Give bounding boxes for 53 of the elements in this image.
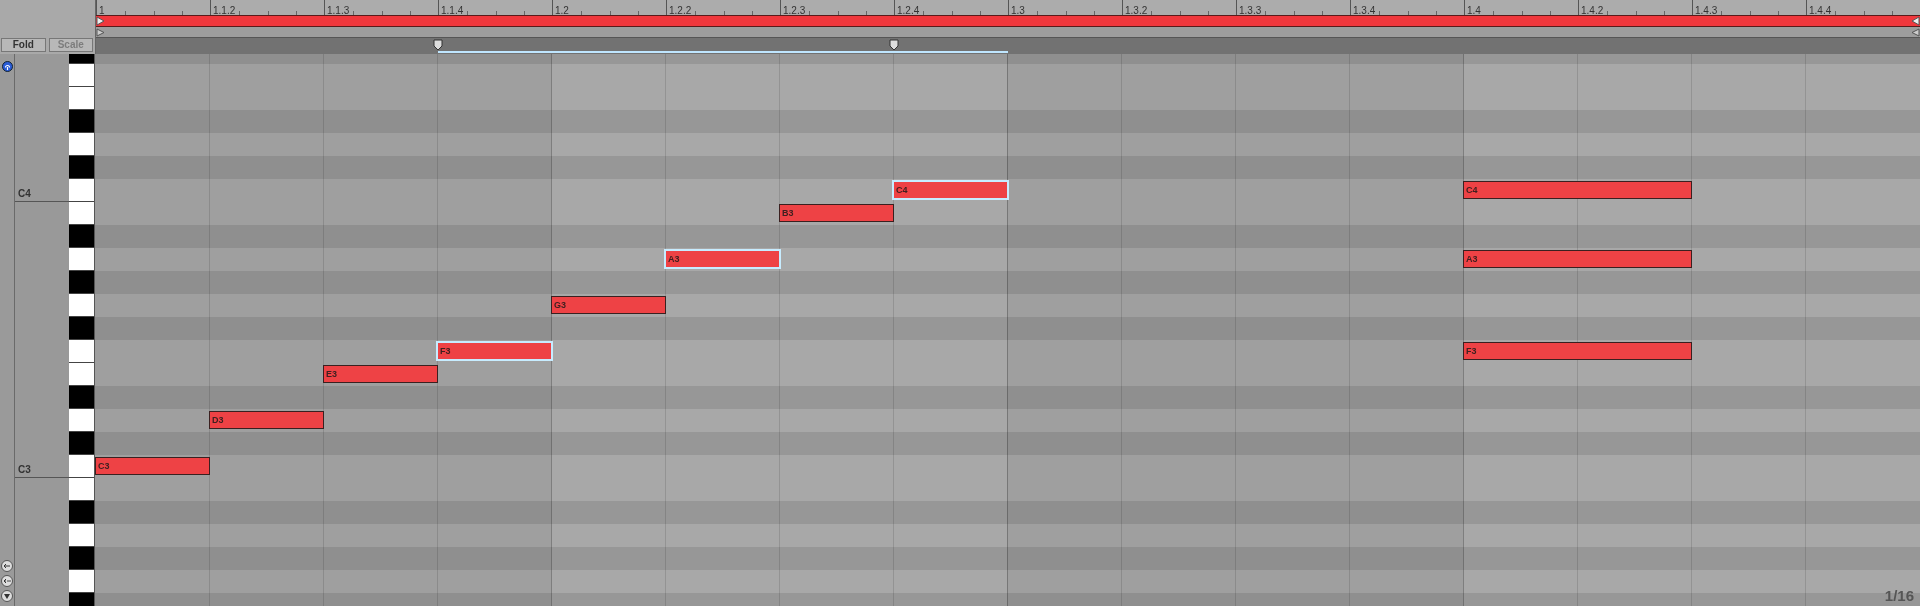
end-marker-icon[interactable]: [1911, 27, 1920, 37]
piano-key[interactable]: [69, 363, 94, 386]
midi-note[interactable]: E3: [323, 365, 438, 383]
marker-icon[interactable]: [889, 39, 899, 51]
piano-key[interactable]: [69, 248, 94, 271]
grid-size-label: 1/16: [1884, 587, 1914, 604]
piano-key[interactable]: [69, 340, 94, 363]
ruler-label: 1.2.4: [896, 5, 920, 17]
ruler-label: 1.1.4: [440, 5, 464, 17]
ruler-label: 1.3.3: [1238, 5, 1262, 17]
midi-note[interactable]: A3: [1463, 250, 1692, 268]
triangle-down-icon[interactable]: [1, 590, 13, 602]
ruler-label: 1.4.2: [1580, 5, 1604, 17]
pitch-label: C4: [17, 188, 31, 201]
arrow-dots-icon[interactable]: [1, 575, 13, 587]
marker-icon[interactable]: [433, 39, 443, 51]
piano-key[interactable]: [69, 524, 94, 547]
midi-note[interactable]: C3: [95, 457, 210, 475]
arrow-left-icon[interactable]: [1, 560, 13, 572]
piano-key[interactable]: [69, 455, 94, 478]
midi-note[interactable]: F3: [1463, 342, 1692, 360]
ruler-label: 1.1.2: [212, 5, 236, 17]
midi-note[interactable]: C4: [893, 181, 1008, 199]
ruler-label: 1.3.2: [1124, 5, 1148, 17]
midi-note[interactable]: D3: [209, 411, 324, 429]
piano-key[interactable]: [69, 570, 94, 593]
midi-note[interactable]: F3: [437, 342, 552, 360]
piano-key[interactable]: [69, 64, 94, 87]
piano-key[interactable]: [69, 202, 94, 225]
loop-end-icon[interactable]: [1911, 16, 1920, 26]
piano-key[interactable]: [69, 133, 94, 156]
piano-key[interactable]: [69, 409, 94, 432]
midi-note[interactable]: C4: [1463, 181, 1692, 199]
ruler-label: 1.3.4: [1352, 5, 1376, 17]
midi-note[interactable]: B3: [779, 204, 894, 222]
midi-note[interactable]: A3: [665, 250, 780, 268]
ruler-label: 1.2: [554, 5, 569, 17]
ruler-label: 1.2.3: [782, 5, 806, 17]
ruler-label: 1.4.4: [1808, 5, 1832, 17]
fold-button[interactable]: Fold: [1, 38, 46, 52]
loop-bar[interactable]: [96, 15, 1920, 27]
ruler-label: 1.3: [1010, 5, 1025, 17]
ruler-label: 1: [98, 5, 105, 17]
piano-key[interactable]: [69, 87, 94, 110]
ruler-label: 1.1.3: [326, 5, 350, 17]
piano-key[interactable]: [69, 478, 94, 501]
midi-note[interactable]: G3: [551, 296, 666, 314]
piano-key[interactable]: [69, 294, 94, 317]
ruler-label: 1.2.2: [668, 5, 692, 17]
ruler-label: 1.4.3: [1694, 5, 1718, 17]
piano-key[interactable]: [69, 179, 94, 202]
ruler-label: 1.4: [1466, 5, 1481, 17]
pitch-label: C3: [17, 464, 31, 477]
